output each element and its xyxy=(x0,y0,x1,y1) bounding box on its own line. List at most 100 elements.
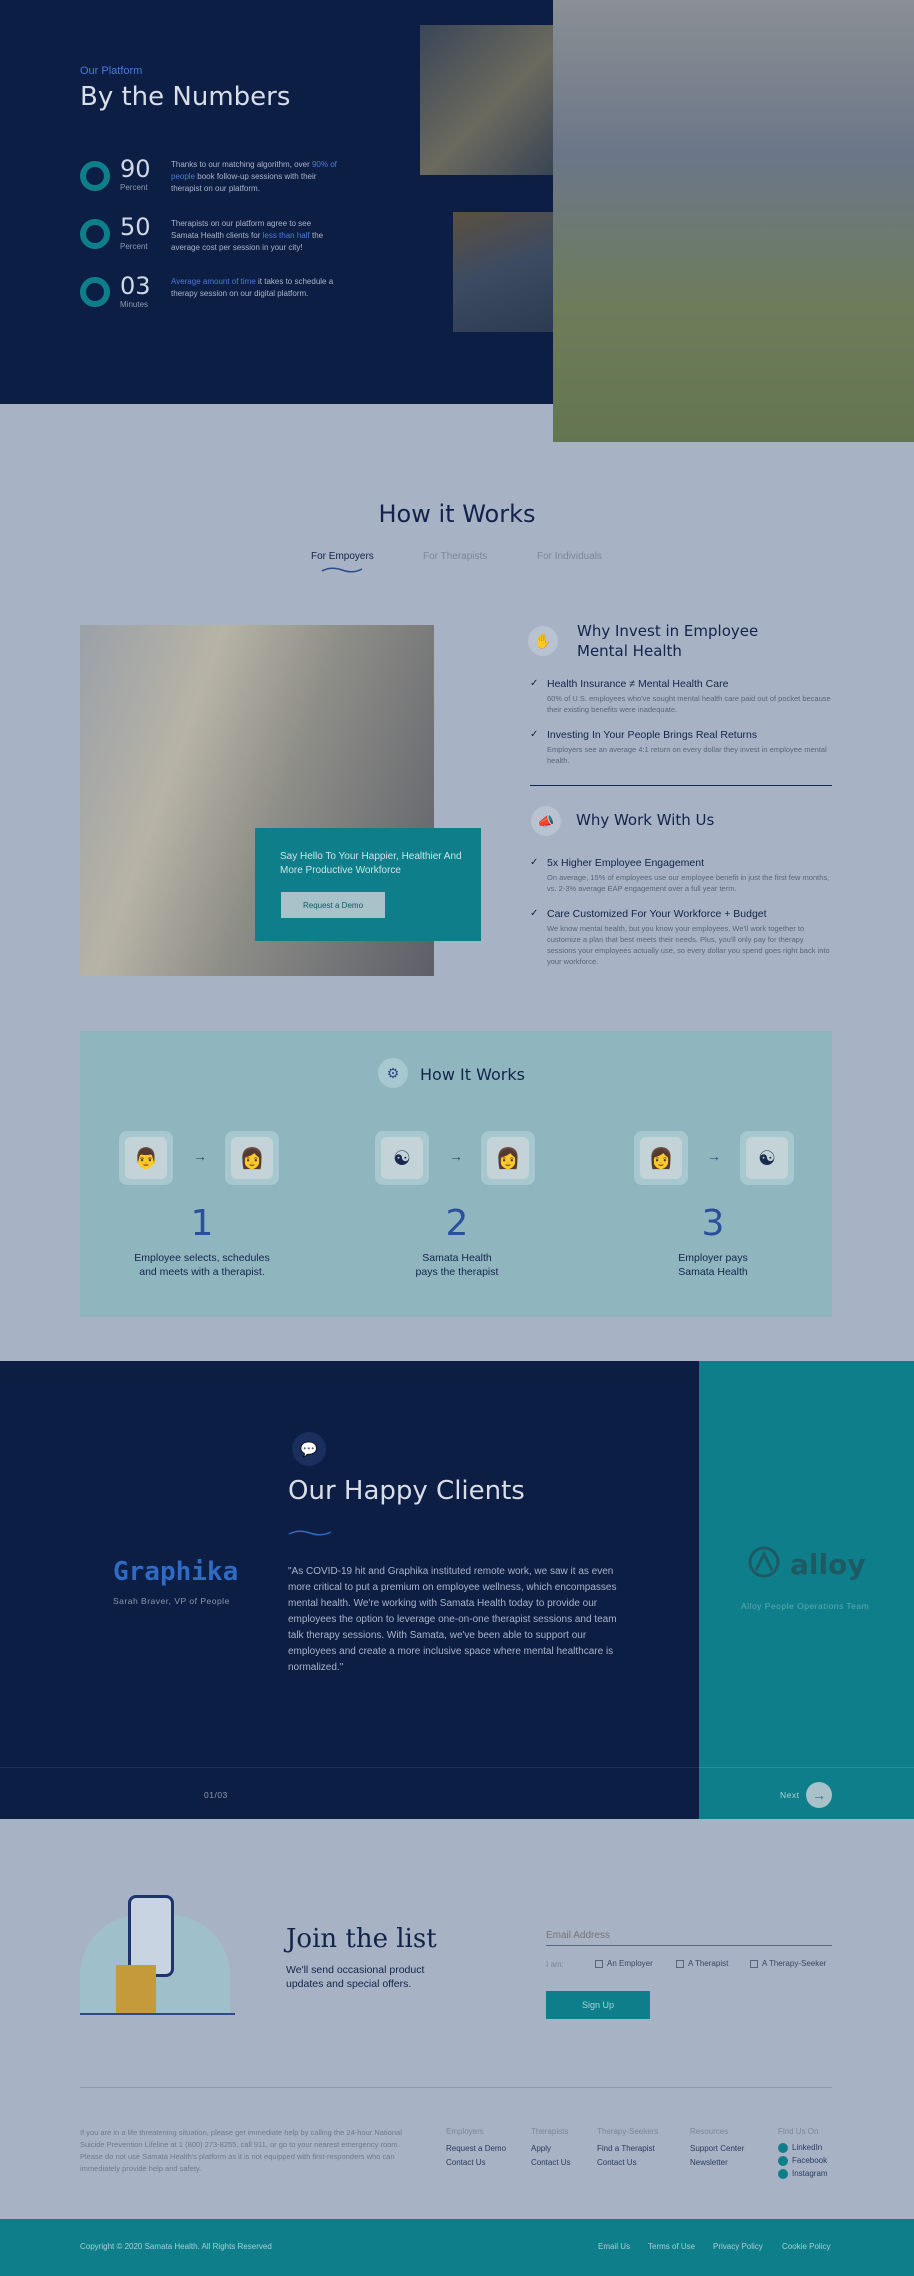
check-icon: ✓ xyxy=(530,729,539,740)
checkbox[interactable] xyxy=(595,1959,603,1968)
footer-col-head: Therapists xyxy=(531,2127,569,2136)
footer-divider xyxy=(80,2087,832,2088)
linkedin-link[interactable]: LinkedIn xyxy=(778,2143,828,2153)
footer-col-head: Employers xyxy=(446,2127,484,2136)
footer-link[interactable]: Contact Us xyxy=(531,2158,571,2167)
clients-divider xyxy=(699,1767,914,1768)
tab-individuals[interactable]: For Individuals xyxy=(537,551,602,562)
demo-card: Say Hello To Your Happier, Healthier And… xyxy=(255,828,481,941)
person-icon: 👩 xyxy=(231,1137,273,1179)
option-therapist[interactable]: A Therapist xyxy=(676,1959,728,1968)
footer-link[interactable]: Apply xyxy=(531,2144,571,2153)
social-label: Facebook xyxy=(792,2156,828,2166)
footer-link[interactable]: Support Center xyxy=(690,2144,744,2153)
person-icon: 👩 xyxy=(487,1137,529,1179)
footer-link[interactable]: Request a Demo xyxy=(446,2144,506,2153)
stat-unit: Percent xyxy=(120,242,148,251)
megaphone-icon: 📣 xyxy=(531,806,561,836)
numbers-title: By the Numbers xyxy=(80,82,291,112)
sign-up-button[interactable]: Sign Up xyxy=(546,1991,650,2019)
next-label[interactable]: Next xyxy=(780,1790,799,1800)
step-text: Samata Health pays the therapist xyxy=(367,1251,547,1279)
work-title: Why Work With Us xyxy=(576,811,715,829)
check-icon: ✓ xyxy=(530,908,539,919)
join-subtitle: We'll send occasional product updates an… xyxy=(286,1964,425,1990)
illustration-baseline xyxy=(80,2013,235,2015)
footer-disclaimer: If you are in a life threatening situati… xyxy=(80,2128,402,2173)
footer-col-social: Find Us On LinkedIn Facebook Instagram xyxy=(778,2127,828,2179)
alloy-mark-icon xyxy=(748,1546,780,1578)
stat-description: Thanks to our matching algorithm, over 9… xyxy=(171,160,337,193)
step-text: Employee selects, schedules and meets wit… xyxy=(112,1251,292,1279)
footer-link[interactable]: Contact Us xyxy=(446,2158,506,2167)
invest-point-title: Health Insurance ≠ Mental Health Care xyxy=(547,678,729,690)
step-line: Samata Health xyxy=(422,1252,492,1264)
stat-unit: Minutes xyxy=(120,300,149,309)
option-label: An Employer xyxy=(607,1959,653,1968)
footer-link[interactable]: Find a Therapist xyxy=(597,2144,658,2153)
stat-unit: Percent xyxy=(120,183,148,192)
step-line: Samata Health xyxy=(678,1266,748,1278)
step-number: 1 xyxy=(190,1203,214,1244)
arrow-right-icon: → xyxy=(193,1148,207,1164)
stat-ring-icon xyxy=(80,161,110,191)
request-demo-button[interactable]: Request a Demo xyxy=(281,892,385,918)
client-quote: "As COVID-19 hit and Graphika instituted… xyxy=(288,1566,617,1673)
work-point-text: We know mental health, but you know your… xyxy=(547,924,830,966)
how-title: How it Works xyxy=(378,500,536,528)
title-wave-decor xyxy=(288,1530,332,1536)
email-input[interactable] xyxy=(546,1926,832,1946)
footer-col-head: Therapy-Seekers xyxy=(597,2127,659,2136)
terms-link[interactable]: Terms of Use xyxy=(648,2242,695,2251)
join-title: Join the list xyxy=(286,1924,437,1954)
checkbox[interactable] xyxy=(750,1959,758,1968)
stat-value: 50 xyxy=(120,213,151,241)
social-label: LinkedIn xyxy=(792,2143,823,2153)
tab-underline-wave xyxy=(321,567,363,573)
step-line: and meets with a therapist. xyxy=(139,1266,265,1278)
avatar-samata: ☯ xyxy=(375,1131,429,1185)
footer-col-resources: Resources Support Center Newsletter xyxy=(690,2127,744,2167)
demo-card-text: Say Hello To Your Happier, Healthier And… xyxy=(280,851,462,876)
graphika-logo: Graphika xyxy=(113,1557,239,1587)
chat-heart-icon: 💬 xyxy=(292,1432,326,1466)
gears-icon: ⚙ xyxy=(378,1058,408,1088)
footer-col-therapy-seekers: Therapy-Seekers Find a Therapist Contact… xyxy=(597,2127,658,2167)
footer-col-head: Find Us On xyxy=(778,2127,819,2136)
arrow-right-icon: → xyxy=(707,1148,721,1164)
invest-point-text: 60% of U.S. employees who've sought ment… xyxy=(547,694,831,714)
invest-point-title: Investing In Your People Brings Real Ret… xyxy=(547,729,758,741)
footer-col-therapists: Therapists Apply Contact Us xyxy=(531,2127,571,2167)
invest-title: Why Invest in Employee Mental Health xyxy=(577,622,759,660)
step-number: 2 xyxy=(445,1203,469,1244)
section-divider xyxy=(530,785,832,786)
check-icon: ✓ xyxy=(530,678,539,689)
option-employer[interactable]: An Employer xyxy=(595,1959,653,1968)
cookie-link[interactable]: Cookie Policy xyxy=(782,2242,830,2251)
instagram-link[interactable]: Instagram xyxy=(778,2169,828,2179)
email-us-link[interactable]: Email Us xyxy=(598,2242,630,2251)
slide-counter: 01/03 xyxy=(204,1790,228,1800)
footer-link[interactable]: Contact Us xyxy=(597,2158,658,2167)
step-number: 3 xyxy=(701,1203,725,1244)
work-point-title: 5x Higher Employee Engagement xyxy=(547,857,705,869)
option-label: A Therapist xyxy=(688,1959,729,1968)
footer-link[interactable]: Newsletter xyxy=(690,2158,744,2167)
alloy-logo: alloy xyxy=(790,1548,866,1581)
option-label: A Therapy-Seeker xyxy=(762,1959,827,1968)
tab-employers[interactable]: For Empoyers xyxy=(311,551,374,562)
invest-hand-icon: ✋ xyxy=(528,626,558,656)
phone-illustration xyxy=(80,1895,235,2015)
tab-therapists[interactable]: For Therapists xyxy=(423,551,487,562)
next-arrow-button[interactable]: → xyxy=(806,1782,832,1808)
avatar-employer: 👩 xyxy=(634,1131,688,1185)
avatar-samata: ☯ xyxy=(740,1131,794,1185)
option-therapy-seeker[interactable]: A Therapy-Seeker xyxy=(750,1959,826,1968)
sleeve-shape xyxy=(116,1965,156,2013)
checkbox[interactable] xyxy=(676,1959,684,1968)
clients-side-panel xyxy=(699,1361,914,1819)
facebook-link[interactable]: Facebook xyxy=(778,2156,828,2166)
clients-title: Our Happy Clients xyxy=(288,1476,525,1506)
stat-ring-icon xyxy=(80,219,110,249)
privacy-link[interactable]: Privacy Policy xyxy=(713,2242,763,2251)
